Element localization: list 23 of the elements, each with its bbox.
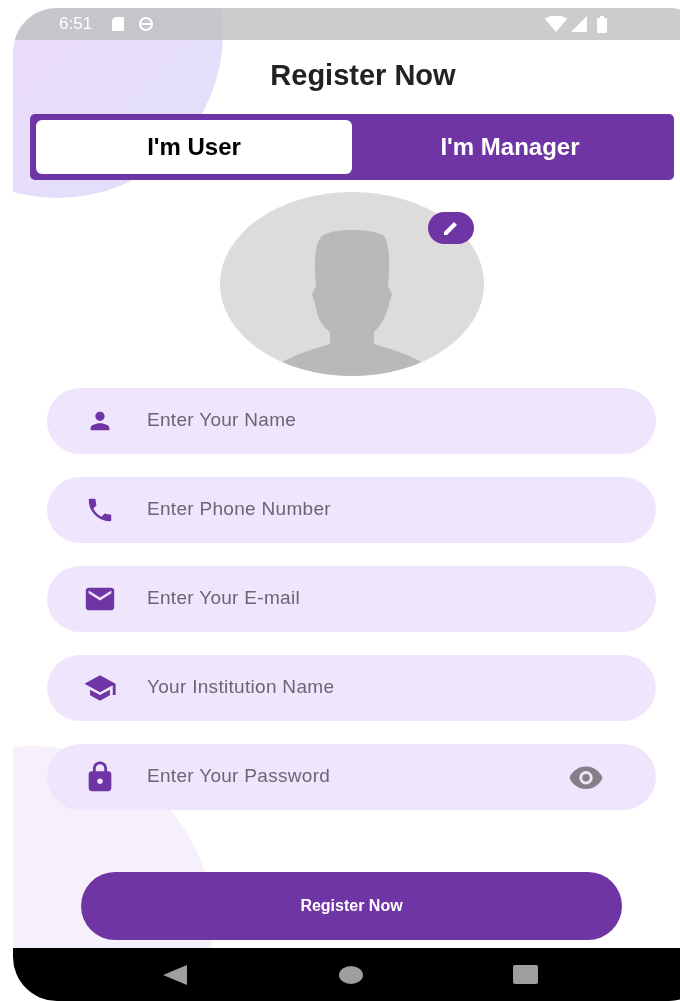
signal-icon [571, 16, 587, 32]
role-tab[interactable]: I'm User [36, 119, 352, 174]
battery-icon [597, 15, 607, 33]
input-field[interactable]: Your Institution Name [47, 654, 656, 721]
input-field[interactable]: Enter Your Name [47, 387, 656, 454]
eye-icon[interactable] [568, 764, 604, 789]
page-title: Register Now [270, 58, 456, 93]
text-input[interactable]: Enter Your Name [147, 406, 604, 435]
sd-card-icon [110, 16, 127, 32]
register-button[interactable]: Register Now [81, 871, 622, 940]
text-input[interactable]: Enter Phone Number [147, 495, 604, 524]
home-icon[interactable] [339, 965, 363, 984]
text-input[interactable]: Your Institution Name [147, 673, 604, 702]
input-field[interactable]: Enter Your Password [47, 743, 656, 810]
text-input[interactable]: Enter Your E-mail [147, 584, 604, 613]
edit-photo-button[interactable] [428, 211, 474, 244]
role-tab[interactable]: I'm Manager [352, 119, 668, 174]
back-icon[interactable] [163, 964, 187, 985]
wifi-icon [545, 16, 567, 32]
text-input[interactable]: Enter Your Password [147, 762, 568, 791]
status-time: 6:51 [59, 13, 93, 36]
input-field[interactable]: Enter Phone Number [47, 476, 656, 543]
input-field[interactable]: Enter Your E-mail [47, 565, 656, 632]
